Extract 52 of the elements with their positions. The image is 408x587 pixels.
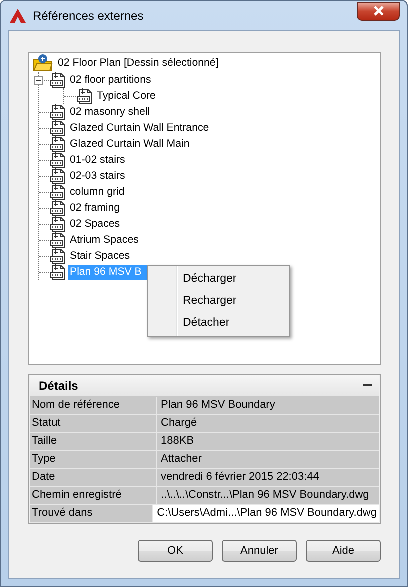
tree-item[interactable]: Stair Spaces bbox=[68, 248, 132, 264]
tree-item[interactable]: 01-02 stairs bbox=[68, 152, 128, 168]
close-icon bbox=[372, 6, 384, 16]
property-label: Type bbox=[30, 451, 157, 468]
property-field[interactable]: C:\Users\Admi...\Plan 96 MSV Boundary.dwg bbox=[153, 505, 379, 522]
menu-item[interactable]: Détacher bbox=[150, 312, 287, 334]
file-icon bbox=[49, 104, 67, 120]
section-title: Détails bbox=[39, 378, 78, 392]
property-label: Trouvé dans bbox=[30, 505, 154, 522]
tree-item[interactable]: 02 Floor Plan [Dessin sélectionné] bbox=[56, 56, 221, 70]
dialog-button[interactable]: Aide bbox=[306, 540, 381, 562]
file-icon bbox=[49, 248, 67, 264]
property-label: Date bbox=[30, 469, 157, 486]
property-value: vendredi 6 février 2015 22:03:44 bbox=[157, 469, 379, 486]
tree-item[interactable]: Glazed Curtain Wall Main bbox=[68, 136, 192, 152]
tree-item[interactable]: Atrium Spaces bbox=[68, 232, 141, 248]
property-label: Statut bbox=[30, 415, 157, 432]
property-value: Plan 96 MSV Boundary bbox=[157, 397, 379, 414]
property-value: Attacher bbox=[157, 451, 379, 468]
file-icon bbox=[49, 216, 67, 232]
file-icon bbox=[49, 120, 67, 136]
property-value: Chargé bbox=[157, 415, 379, 432]
file-icon bbox=[49, 184, 67, 200]
property-value: 188KB bbox=[157, 433, 379, 450]
logo-icon bbox=[9, 8, 27, 24]
tree-item[interactable]: 02 Spaces bbox=[68, 216, 122, 232]
file-icon bbox=[49, 200, 67, 216]
property-label: Chemin enregistré bbox=[30, 487, 157, 504]
window-title: Références externes bbox=[33, 8, 145, 22]
close-button[interactable] bbox=[357, 2, 400, 20]
tree-item[interactable]: Typical Core bbox=[95, 88, 158, 104]
collapse-icon[interactable] bbox=[34, 76, 43, 84]
file-icon bbox=[49, 152, 67, 168]
file-icon bbox=[49, 136, 67, 152]
file-icon bbox=[49, 232, 67, 248]
tree-item[interactable]: 02 floor partitions bbox=[68, 72, 154, 88]
menu-item[interactable]: Recharger bbox=[150, 290, 287, 312]
tree-item[interactable]: column grid bbox=[68, 184, 127, 200]
property-label: Nom de référence bbox=[30, 397, 157, 414]
dialog-button[interactable]: OK bbox=[138, 540, 213, 562]
tree-item[interactable]: Glazed Curtain Wall Entrance bbox=[68, 120, 212, 136]
dialog-button[interactable]: Annuler bbox=[222, 540, 297, 562]
property-label: Taille bbox=[30, 433, 157, 450]
minus-icon bbox=[362, 384, 372, 387]
file-icon bbox=[49, 264, 67, 280]
tree-item[interactable]: 02 framing bbox=[68, 200, 122, 216]
tree-item[interactable]: 02 masonry shell bbox=[68, 104, 152, 120]
file-icon bbox=[76, 88, 94, 104]
property-value: ..\..\..\Constr...\Plan 96 MSV Boundary.dwg bbox=[157, 487, 379, 504]
file-icon bbox=[49, 168, 67, 184]
tree-item[interactable]: 02-03 stairs bbox=[68, 168, 128, 184]
file-icon bbox=[49, 72, 67, 88]
